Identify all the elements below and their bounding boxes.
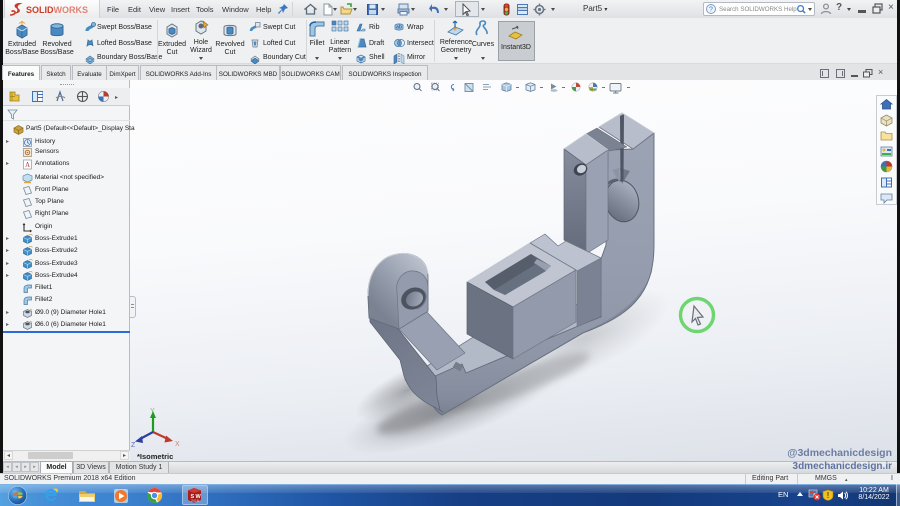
svg-text:X: X (175, 441, 180, 448)
svg-text:2018: 2018 (191, 499, 199, 503)
svg-text:ab: ab (396, 25, 402, 31)
svg-text:A: A (25, 161, 30, 169)
svg-text:!: ! (827, 491, 830, 500)
svg-text:Z: Z (131, 442, 136, 449)
svg-text:Y: Y (150, 408, 155, 415)
svg-text:?: ? (709, 7, 713, 14)
